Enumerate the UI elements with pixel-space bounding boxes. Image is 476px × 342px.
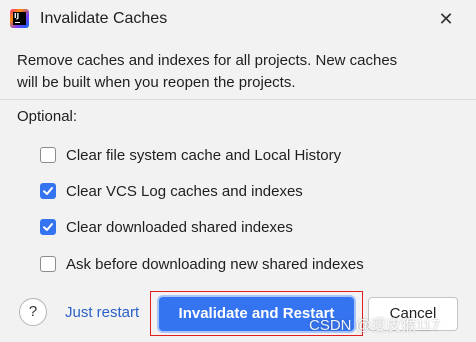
option-clear-vcs-log-caches[interactable]: Clear VCS Log caches and indexes bbox=[40, 180, 303, 202]
help-icon[interactable]: ? bbox=[19, 298, 47, 326]
just-restart-link[interactable]: Just restart bbox=[65, 304, 139, 321]
title-bar: IJ Invalidate Caches ✕ bbox=[0, 0, 476, 38]
option-label: Clear VCS Log caches and indexes bbox=[66, 182, 303, 200]
description-text: Remove caches and indexes for all projec… bbox=[17, 50, 462, 94]
checkmark-icon bbox=[43, 223, 53, 231]
option-label: Ask before downloading new shared indexe… bbox=[66, 255, 364, 273]
checkbox-checked[interactable] bbox=[40, 183, 56, 199]
description-line-2: will be built when you reopen the projec… bbox=[17, 74, 296, 91]
intellij-app-icon: IJ bbox=[10, 9, 29, 28]
invalidate-caches-dialog: IJ Invalidate Caches ✕ Remove caches and… bbox=[0, 0, 476, 342]
option-ask-before-downloading[interactable]: Ask before downloading new shared indexe… bbox=[40, 253, 364, 275]
option-clear-downloaded-shared-indexes[interactable]: Clear downloaded shared indexes bbox=[40, 216, 293, 238]
checkmark-icon bbox=[43, 187, 53, 195]
checkbox-unchecked[interactable] bbox=[40, 147, 56, 163]
description-line-1: Remove caches and indexes for all projec… bbox=[17, 52, 398, 69]
checkbox-checked[interactable] bbox=[40, 219, 56, 235]
option-label: Clear downloaded shared indexes bbox=[66, 218, 293, 236]
option-clear-file-system-cache[interactable]: Clear file system cache and Local Histor… bbox=[40, 144, 341, 166]
dialog-title: Invalidate Caches bbox=[40, 10, 168, 27]
close-icon[interactable]: ✕ bbox=[436, 9, 456, 29]
watermark-text: CSDN @瘦皮猴117 bbox=[309, 317, 440, 334]
option-label: Clear file system cache and Local Histor… bbox=[66, 146, 342, 164]
optional-label: Optional: bbox=[17, 108, 78, 125]
divider bbox=[0, 99, 476, 100]
checkbox-unchecked[interactable] bbox=[40, 256, 56, 272]
